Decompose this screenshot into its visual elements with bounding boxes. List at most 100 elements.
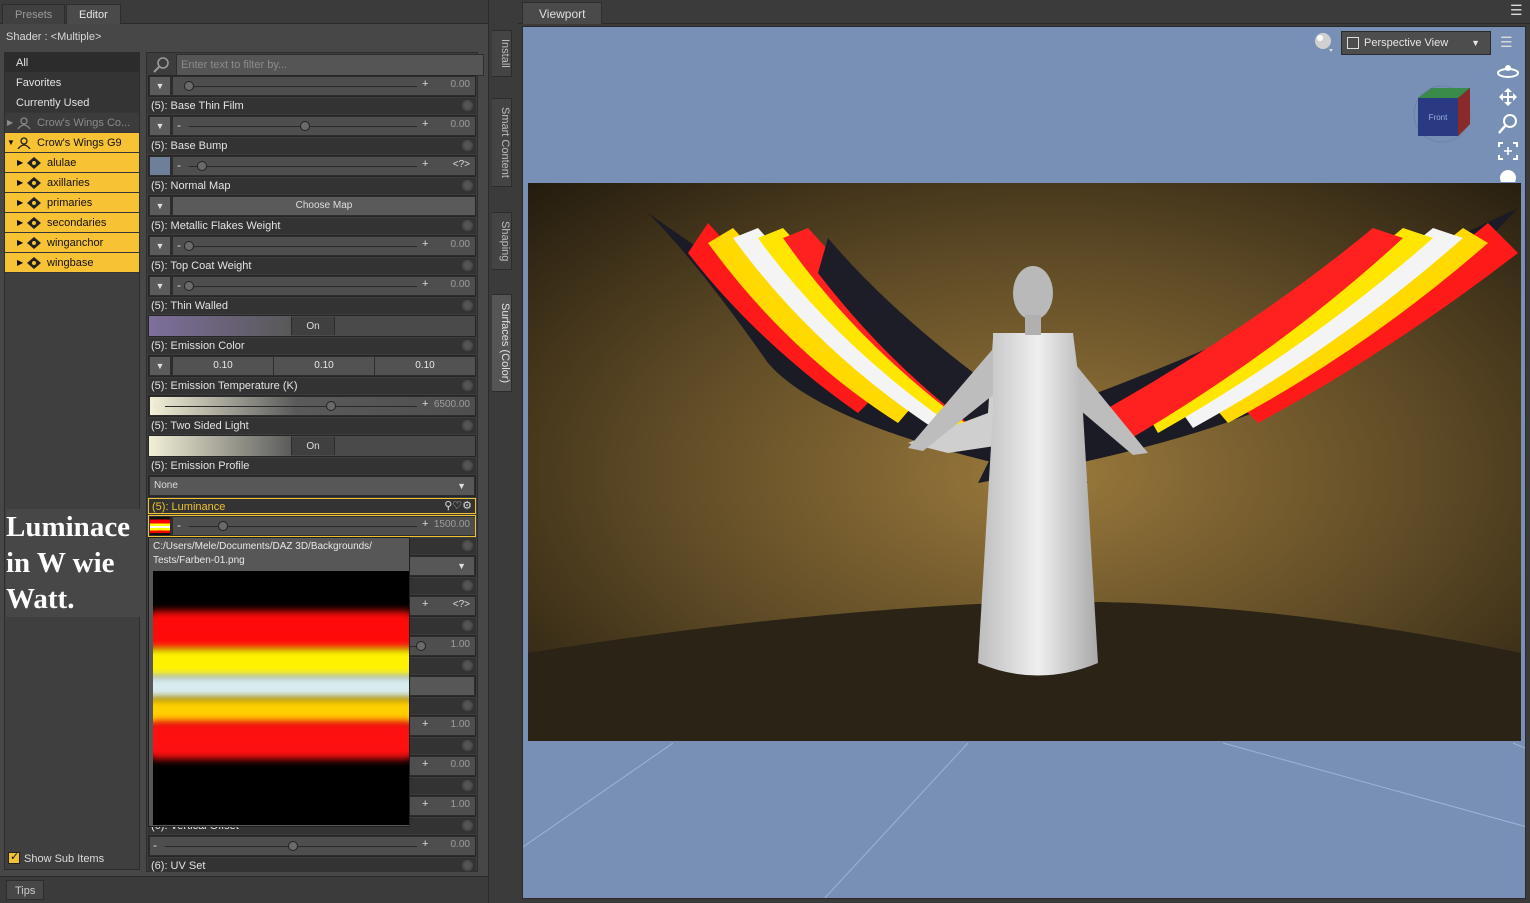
tab-editor[interactable]: Editor (66, 4, 121, 24)
frame-icon[interactable] (1496, 140, 1520, 162)
tree-item-primaries[interactable]: ▶ primaries (5, 193, 139, 213)
emission-profile-dropdown[interactable]: None ▼ (150, 477, 474, 495)
slider-knob[interactable] (288, 841, 298, 851)
tab-shaping[interactable]: Shaping (492, 212, 512, 271)
draw-style-sphere-icon[interactable] (1313, 31, 1335, 53)
increment-icon[interactable]: + (422, 798, 428, 810)
expand-arrow-icon[interactable]: ▶ (17, 173, 23, 192)
emission-color-b[interactable]: 0.10 (375, 357, 475, 375)
gear-icon[interactable] (462, 220, 473, 231)
slider-knob[interactable] (326, 401, 336, 411)
collapse-arrow-icon[interactable]: ▼ (7, 133, 15, 152)
increment-icon[interactable]: + (422, 598, 428, 610)
slider-knob[interactable] (184, 241, 194, 251)
expand-arrow-icon[interactable]: ▶ (7, 113, 13, 132)
emission-color-g[interactable]: 0.10 (274, 357, 374, 375)
gear-icon[interactable] (462, 300, 473, 311)
checkbox-icon[interactable] (8, 850, 20, 864)
map-menu-button[interactable]: ▼ (150, 357, 170, 375)
slider-knob[interactable] (184, 81, 194, 91)
map-menu-button[interactable]: ▼ (150, 117, 170, 135)
increment-icon[interactable]: + (422, 758, 428, 770)
slider-knob[interactable] (184, 281, 194, 291)
value-field[interactable]: 0.00 (451, 119, 470, 130)
value-field[interactable]: 1.00 (451, 639, 470, 650)
gear-icon[interactable] (462, 700, 473, 711)
increment-icon[interactable]: + (422, 518, 428, 530)
value-field[interactable]: 0.00 (451, 839, 470, 850)
gear-icon[interactable] (462, 780, 473, 791)
tab-smart-content[interactable]: Smart Content (492, 98, 512, 187)
tree-item-all[interactable]: All (5, 53, 139, 73)
gear-icon[interactable] (462, 140, 473, 151)
gear-icon[interactable] (462, 380, 473, 391)
increment-icon[interactable]: + (422, 838, 428, 850)
tree-item-axillaries[interactable]: ▶ axillaries (5, 173, 139, 193)
decrement-icon[interactable]: - (153, 398, 157, 412)
gear-icon[interactable] (462, 740, 473, 751)
value-field[interactable]: 0.00 (451, 239, 470, 250)
gear-icon[interactable] (462, 420, 473, 431)
value-field[interactable]: 0.00 (451, 759, 470, 770)
value-field[interactable]: 1.00 (451, 799, 470, 810)
slider-knob[interactable] (197, 161, 207, 171)
gear-icon[interactable] (462, 100, 473, 111)
value-field[interactable]: 6500.00 (434, 399, 470, 410)
choose-map-button[interactable]: Choose Map (173, 197, 475, 215)
property-actions-icons[interactable]: ⚲♡⚙ (444, 499, 472, 512)
slider-knob[interactable] (416, 641, 426, 651)
tab-install[interactable]: Install (492, 30, 512, 77)
tree-item-winganchor[interactable]: ▶ winganchor (5, 233, 139, 253)
emission-color-r[interactable]: 0.10 (173, 357, 273, 375)
map-menu-button[interactable]: ▼ (150, 197, 170, 215)
decrement-icon[interactable]: - (177, 278, 181, 292)
map-menu-button[interactable]: ▼ (150, 77, 170, 95)
tree-item-currently-used[interactable]: Currently Used (5, 93, 139, 113)
slider-knob[interactable] (300, 121, 310, 131)
tab-presets[interactable]: Presets (2, 4, 66, 24)
gear-icon[interactable] (462, 340, 473, 351)
expand-arrow-icon[interactable]: ▶ (17, 253, 23, 272)
map-menu-button[interactable]: ▼ (150, 277, 170, 295)
decrement-icon[interactable]: - (177, 238, 181, 252)
show-sub-items-checkbox[interactable]: Show Sub Items (8, 850, 104, 865)
value-field[interactable]: 0.00 (451, 79, 470, 90)
value-field[interactable]: <?> (453, 159, 470, 170)
increment-icon[interactable]: + (422, 398, 428, 410)
value-field[interactable]: 0.00 (451, 279, 470, 290)
expand-arrow-icon[interactable]: ▶ (17, 233, 23, 252)
view-cube[interactable]: Front (1412, 80, 1476, 144)
map-thumbnail[interactable] (150, 157, 170, 175)
tree-item-crows-wings-collapsed[interactable]: ▶ Crow's Wings Co... (5, 113, 139, 133)
increment-icon[interactable]: + (422, 278, 428, 290)
slider-knob[interactable] (218, 521, 228, 531)
viewport-options-icon[interactable]: ☰ (1500, 34, 1513, 51)
orbit-icon[interactable] (1496, 60, 1520, 82)
pan-icon[interactable] (1496, 86, 1520, 108)
gear-icon[interactable] (462, 460, 473, 471)
zoom-icon[interactable] (1496, 113, 1520, 135)
thin-walled-toggle[interactable]: On (291, 317, 335, 335)
decrement-icon[interactable]: - (177, 158, 181, 172)
increment-icon[interactable]: + (422, 78, 428, 90)
gear-icon[interactable] (462, 660, 473, 671)
increment-icon[interactable]: + (422, 718, 428, 730)
increment-icon[interactable]: + (422, 118, 428, 130)
gear-icon[interactable] (462, 540, 473, 551)
tree-item-crows-wings-g9[interactable]: ▼ Crow's Wings G9 (5, 133, 139, 153)
increment-icon[interactable]: + (422, 238, 428, 250)
viewport-menu-icon[interactable]: ☰ (1510, 2, 1523, 19)
tree-item-favorites[interactable]: Favorites (5, 73, 139, 93)
decrement-icon[interactable]: - (153, 838, 157, 852)
decrement-icon[interactable]: - (177, 118, 181, 132)
expand-arrow-icon[interactable]: ▶ (17, 213, 23, 232)
tree-item-alulae[interactable]: ▶ alulae (5, 153, 139, 173)
value-field[interactable]: 1500.00 (434, 519, 470, 530)
gear-icon[interactable] (462, 260, 473, 271)
increment-icon[interactable]: + (422, 158, 428, 170)
tab-viewport[interactable]: Viewport (522, 2, 603, 24)
tree-item-wingbase[interactable]: ▶ wingbase (5, 253, 139, 273)
map-menu-button[interactable]: ▼ (150, 237, 170, 255)
gear-icon[interactable] (462, 860, 473, 871)
gear-icon[interactable] (462, 580, 473, 591)
